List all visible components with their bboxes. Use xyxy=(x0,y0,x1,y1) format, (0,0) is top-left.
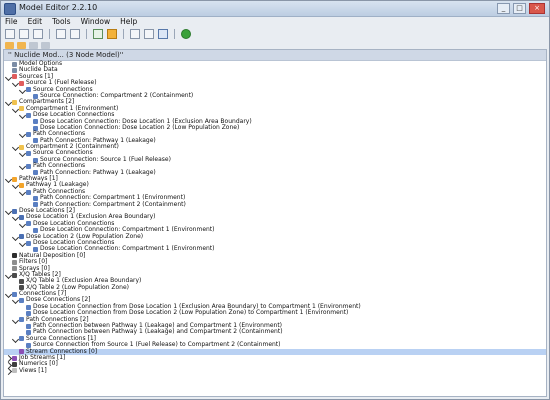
back-arrow-icon[interactable] xyxy=(5,41,14,49)
tbl-icon xyxy=(19,278,24,284)
ops-icon xyxy=(12,266,17,272)
conn-icon xyxy=(33,195,38,201)
model-tab-label: '' Nuclide Mod... (3 Node Model)'' xyxy=(8,51,124,59)
menu-bar: File Edit Tools Window Help xyxy=(1,16,550,27)
view-icon xyxy=(12,368,17,374)
minimize-button[interactable]: _ xyxy=(497,3,510,14)
conn-icon xyxy=(26,304,31,310)
new-file-button[interactable] xyxy=(5,28,15,39)
toolbar xyxy=(1,27,550,40)
menu-tools[interactable]: Tools xyxy=(52,16,70,27)
conn-icon xyxy=(19,317,24,323)
toolbar-separator xyxy=(49,28,50,39)
conn-icon xyxy=(26,163,31,169)
src-icon xyxy=(12,74,17,80)
ops-icon xyxy=(12,259,17,265)
window-title: Model Editor 2.2.10 xyxy=(19,3,98,12)
conn-icon xyxy=(26,189,31,195)
tree-node[interactable]: Views [1] xyxy=(4,366,546,376)
dose-icon xyxy=(12,208,17,214)
conn-icon xyxy=(19,336,24,342)
comp-icon xyxy=(19,106,24,112)
toolbar-separator xyxy=(174,28,175,39)
comp-icon xyxy=(12,100,17,106)
open-folder-button[interactable] xyxy=(19,28,29,39)
str-icon xyxy=(12,355,17,361)
down-arrow-icon[interactable] xyxy=(41,41,50,49)
menu-file[interactable]: File xyxy=(5,16,18,27)
layout-icon[interactable] xyxy=(130,28,140,39)
conn-icon xyxy=(19,298,24,304)
redo-button[interactable] xyxy=(70,28,80,39)
menu-edit[interactable]: Edit xyxy=(28,16,43,27)
toolbar-separator xyxy=(123,28,124,39)
conn-icon xyxy=(33,119,38,125)
model-tree: Model Options Nuclide Data Sources [1] Sour… xyxy=(4,60,546,376)
nat-icon xyxy=(12,253,17,259)
tree-node-label: Views [1] xyxy=(19,366,47,374)
tbl-icon xyxy=(12,272,17,278)
close-button[interactable]: × xyxy=(529,3,545,14)
expand-chevron-icon[interactable] xyxy=(4,368,13,376)
toolbar-separator xyxy=(86,28,87,39)
window-controls: _ □ × xyxy=(497,3,545,14)
pin-icon[interactable] xyxy=(107,28,117,39)
doc-icon xyxy=(12,61,17,67)
src-icon xyxy=(19,80,24,86)
conn-icon xyxy=(26,323,31,329)
view-icon[interactable] xyxy=(158,28,168,39)
maximize-button[interactable]: □ xyxy=(513,3,526,14)
conn-icon xyxy=(26,87,31,93)
conn-icon xyxy=(26,221,31,227)
app-icon xyxy=(4,3,16,15)
grid-icon[interactable] xyxy=(144,28,154,39)
dose-icon xyxy=(19,234,24,240)
dose-icon xyxy=(19,215,24,221)
forward-arrow-icon[interactable] xyxy=(17,41,26,49)
conn-icon xyxy=(26,131,31,137)
model-panel: '' Nuclide Mod... (3 Node Model)'' Model… xyxy=(3,49,547,397)
menu-help[interactable]: Help xyxy=(120,16,137,27)
conn-icon xyxy=(26,112,31,118)
path-icon xyxy=(19,183,24,189)
doc-icon xyxy=(12,68,17,74)
conn-icon xyxy=(26,240,31,246)
save-button[interactable] xyxy=(33,28,43,39)
validate-check-icon[interactable] xyxy=(93,28,103,39)
model-tab[interactable]: '' Nuclide Mod... (3 Node Model)'' xyxy=(4,50,546,61)
num-icon xyxy=(12,362,17,368)
model-editor-window: Model Editor 2.2.10 _ □ × File Edit Tool… xyxy=(0,0,550,400)
undo-button[interactable] xyxy=(56,28,66,39)
up-arrow-icon[interactable] xyxy=(29,41,38,49)
menu-window[interactable]: Window xyxy=(81,16,111,27)
run-button[interactable] xyxy=(181,28,191,39)
title-bar: Model Editor 2.2.10 _ □ × xyxy=(1,1,549,17)
conn-icon xyxy=(26,151,31,157)
